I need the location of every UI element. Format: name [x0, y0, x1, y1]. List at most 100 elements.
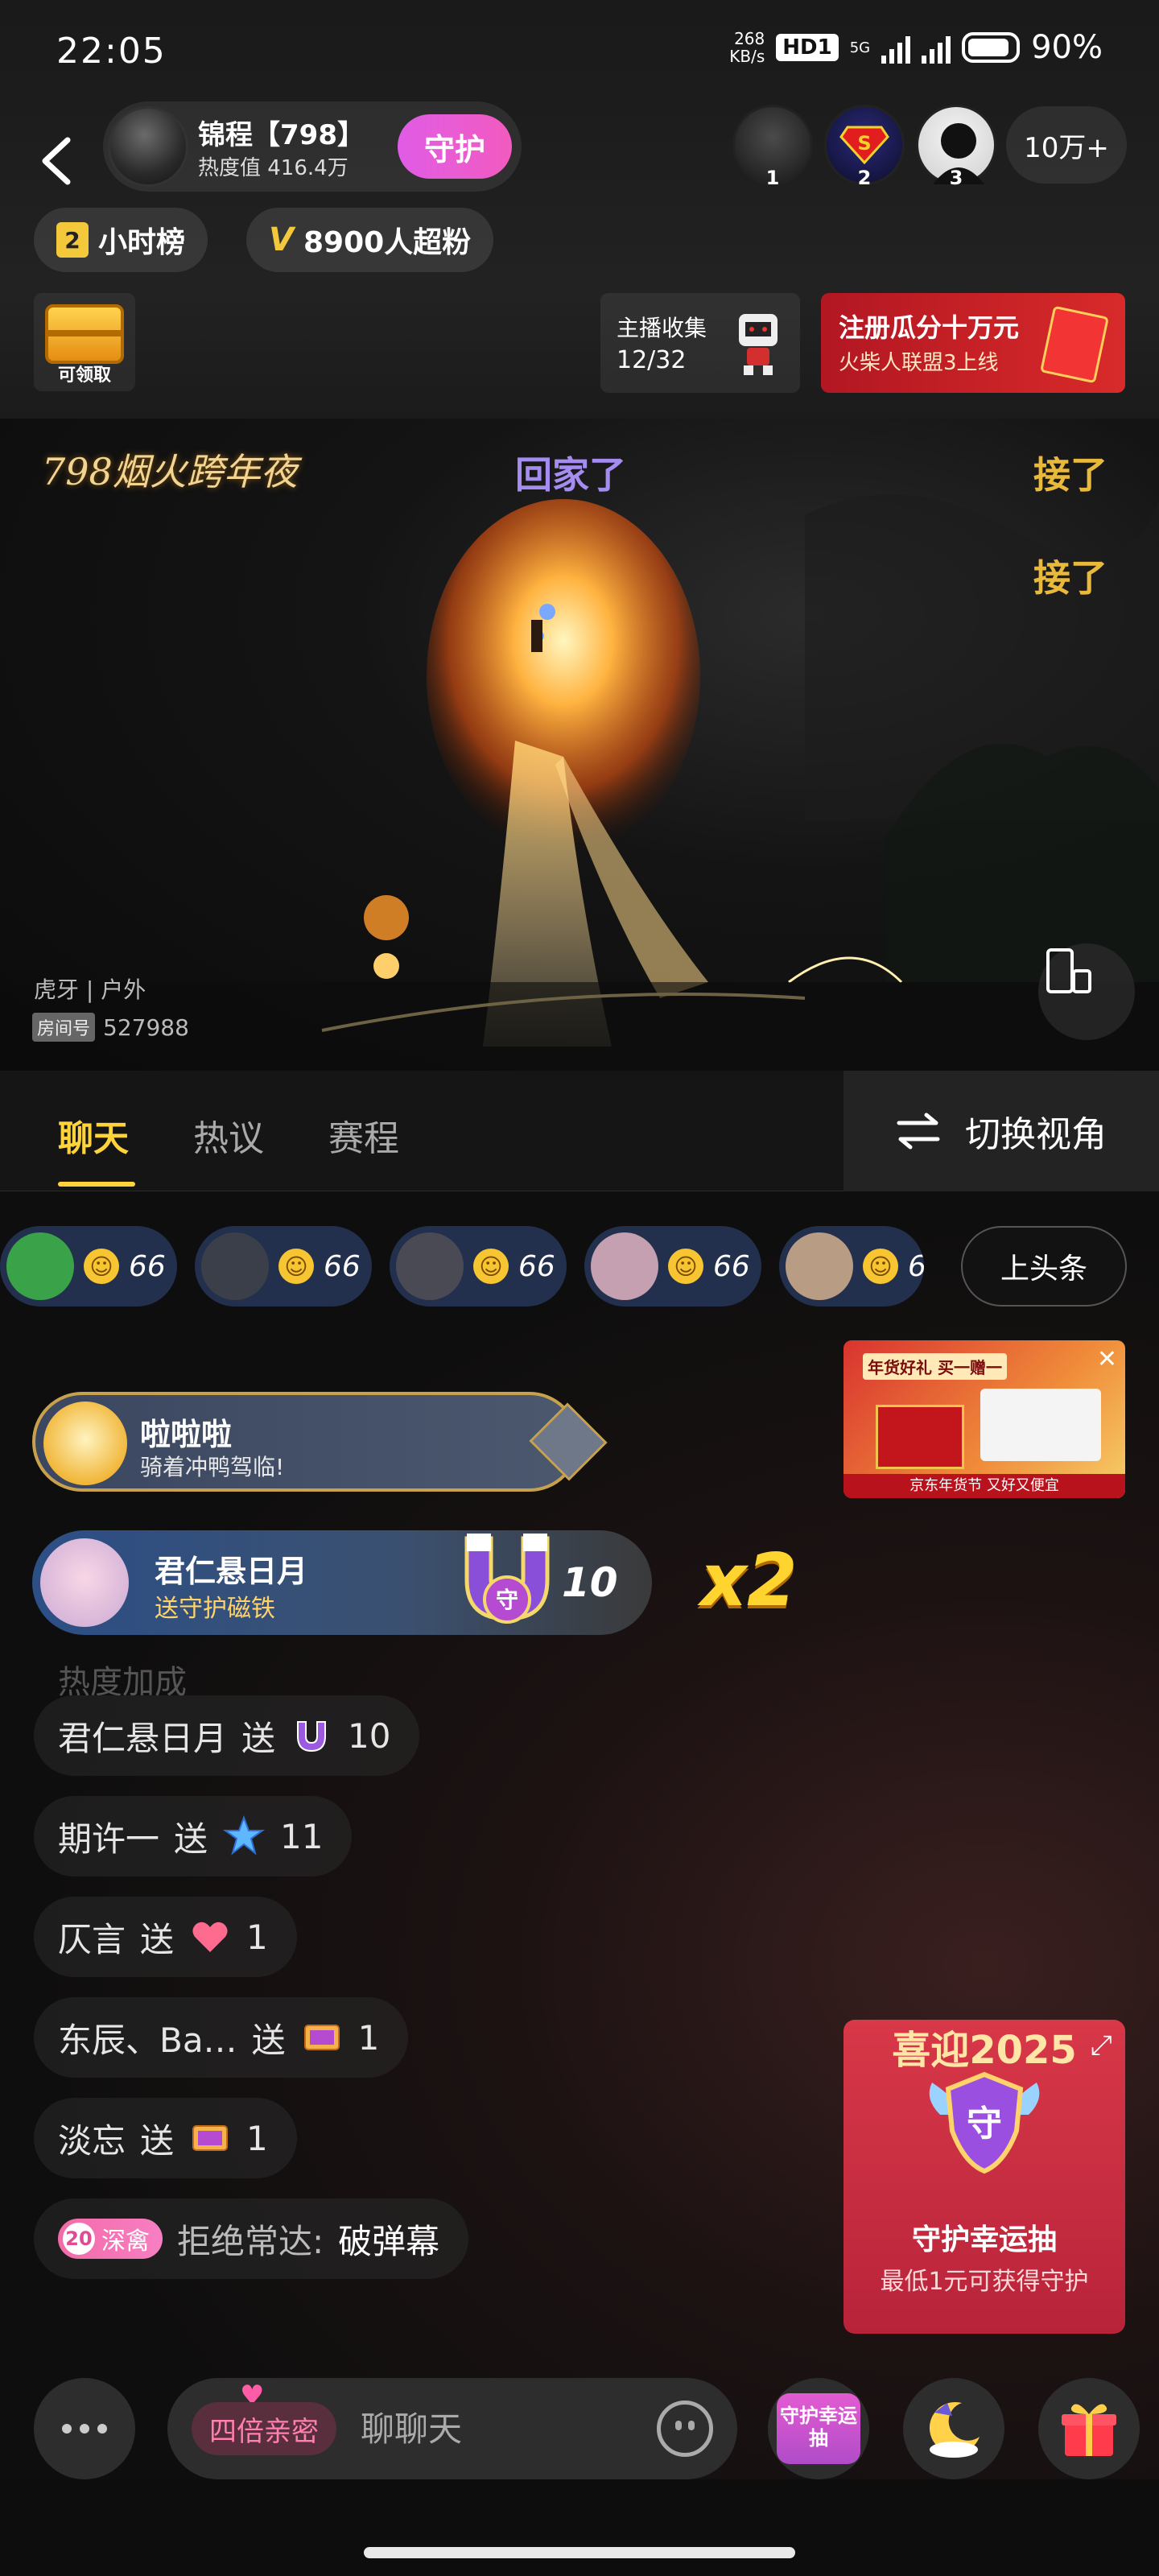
chat-panel: ☺ 66 ☺ 66 ☺ 66 ☺ 66 ☺ 66 上头条 年货好礼 买一赠一 ✕… — [0, 1192, 1159, 2479]
ad-card[interactable]: 年货好礼 买一赠一 ✕ 京东年货节 又好又便宜 — [843, 1340, 1125, 1498]
streamer-info[interactable]: 锦程【798】 热度值 416.4万 守护 — [103, 101, 522, 192]
danmu-message: 回家了 — [515, 453, 626, 497]
top-rank-avatars: 1 S 2 3 — [732, 105, 996, 189]
tab-chat[interactable]: 聊天 — [58, 1109, 129, 1161]
ticket-gift-icon — [188, 2116, 232, 2160]
chevron-left-icon — [42, 137, 71, 185]
avatar — [396, 1232, 464, 1300]
superman-logo-icon: S — [839, 126, 889, 164]
star-gift-icon — [222, 1814, 266, 1858]
guard-shield-icon: 守 — [929, 2071, 1040, 2174]
gift-icon — [1062, 2404, 1116, 2456]
product-image — [980, 1389, 1101, 1461]
streamer-collect-card[interactable]: 主播收集 12/32 — [600, 293, 800, 393]
coin-icon: ☺ — [668, 1249, 703, 1284]
coin-icon: ☺ — [84, 1249, 119, 1284]
fan-item[interactable]: ☺ 66 — [390, 1226, 567, 1307]
viewer-count[interactable]: 10万+ — [1006, 106, 1127, 184]
streamer-avatar[interactable] — [108, 106, 188, 187]
gift-combo-banner: 君仁悬日月 送守护磁铁 守 10 — [32, 1530, 652, 1635]
rank-badge-icon: 2 — [56, 222, 89, 258]
home-indicator[interactable] — [364, 2547, 795, 2558]
expand-icon[interactable]: ⤢ — [1091, 2029, 1112, 2062]
tab-underline — [58, 1182, 135, 1187]
fan-item[interactable]: ☺ 66 — [779, 1226, 924, 1307]
hourly-rank-chip[interactable]: 2 小时榜 — [34, 208, 208, 272]
status-bar: 22:05 268 KB/s HD1 5G 90% — [0, 0, 1159, 97]
emoji-icon[interactable] — [657, 2401, 713, 2457]
moon-gift-button[interactable] — [903, 2378, 1004, 2479]
status-indicators: 268 KB/s HD1 5G 90% — [729, 29, 1103, 66]
room-header: 锦程【798】 热度值 416.4万 守护 1 S 2 3 10万+ 2 小时榜… — [0, 97, 1159, 419]
dot — [62, 2424, 72, 2434]
svg-text:守: 守 — [967, 2103, 1002, 2145]
switch-view-button[interactable]: 切换视角 — [843, 1071, 1159, 1191]
avatar — [591, 1232, 658, 1300]
avatar — [40, 1538, 129, 1627]
rank-avatar-2[interactable]: S 2 — [824, 105, 905, 189]
rotate-screen-icon — [1046, 948, 1091, 993]
guard-lottery-button[interactable]: 守护幸运抽 — [768, 2378, 869, 2479]
v-icon: V — [269, 221, 294, 258]
more-button[interactable] — [34, 2378, 135, 2479]
robot-icon — [739, 314, 777, 375]
hd-badge: HD1 — [776, 34, 839, 61]
avatar — [6, 1232, 74, 1300]
gift-box-image — [876, 1405, 964, 1469]
moon-icon — [929, 2401, 980, 2458]
rotate-screen-button[interactable] — [1038, 943, 1135, 1040]
banner-tip — [529, 1402, 608, 1481]
coin-icon: ☺ — [863, 1249, 898, 1284]
bottom-toolbar: ♥ 四倍亲密 守护幸运抽 — [0, 2362, 1159, 2483]
guard-button[interactable]: 守护 — [398, 114, 512, 179]
welcome-banner: 啦啦啦 骑着冲鸭驾临! — [32, 1392, 608, 1492]
back-button[interactable] — [32, 121, 80, 201]
tab-schedule[interactable]: 赛程 — [328, 1109, 399, 1161]
danmu-message: 接了 — [1033, 556, 1107, 600]
chat-message[interactable]: 淡忘 送 1 — [34, 2098, 297, 2178]
treasure-chest[interactable]: 可领取 — [34, 293, 135, 391]
chat-message[interactable]: 20 深禽 拒绝常达: 破弹幕 — [34, 2198, 469, 2279]
coin-icon: ☺ — [473, 1249, 509, 1284]
super-fans-chip[interactable]: V 8900人超粉 — [246, 208, 494, 272]
danmu-message: 接了 — [1033, 453, 1107, 497]
avatar — [43, 1402, 127, 1485]
network-speed: 268 KB/s — [729, 29, 765, 66]
chat-message[interactable]: 君仁悬日月 送 10 — [34, 1695, 420, 1776]
heat-value: 热度值 416.4万 — [198, 156, 349, 180]
svg-text:S: S — [857, 132, 871, 155]
intimacy-tag[interactable]: 四倍亲密 — [192, 2402, 336, 2455]
battery-icon — [962, 32, 1021, 63]
video-category: 虎牙 | 户外 — [34, 976, 146, 1003]
heart-gift-icon — [188, 1915, 232, 1959]
fan-item[interactable]: ☺ 66 — [584, 1226, 761, 1307]
headline-button[interactable]: 上头条 — [961, 1226, 1127, 1307]
chat-message[interactable]: 东辰、Ba… 送 1 — [34, 1997, 409, 2078]
avatar — [201, 1232, 269, 1300]
fan-item[interactable]: ☺ 66 — [195, 1226, 372, 1307]
gift-button[interactable] — [1038, 2378, 1140, 2479]
signal-icon — [881, 31, 911, 64]
chat-input[interactable] — [361, 2402, 634, 2455]
rank-avatar-3[interactable]: 3 — [916, 105, 996, 189]
video-player[interactable]: 798烟火跨年夜 回家了 接了 接了 虎牙 | 户外 房间号 527988 — [0, 419, 1159, 1071]
rank-avatar-1[interactable]: 1 — [732, 105, 813, 189]
chat-input-bar: ♥ 四倍亲密 — [167, 2378, 737, 2479]
fan-item[interactable]: ☺ 66 — [0, 1226, 177, 1307]
chat-message[interactable]: 期许一 送 11 — [34, 1796, 353, 1876]
signal-icon-2 — [922, 31, 951, 64]
tab-discussion[interactable]: 热议 — [193, 1109, 264, 1161]
chat-message[interactable]: 仄言 送 1 — [34, 1897, 297, 1977]
combo-multiplier: x2 — [700, 1538, 798, 1623]
dot — [80, 2424, 89, 2434]
room-id: 房间号 527988 — [32, 1013, 189, 1042]
treasure-chest-icon — [45, 304, 124, 364]
avatar — [786, 1232, 853, 1300]
ticket-gift-icon — [300, 2016, 344, 2059]
promo-banner[interactable]: 注册瓜分十万元 火柴人联盟3上线 — [821, 293, 1125, 393]
event-logo: 798烟火跨年夜 — [42, 450, 298, 493]
tab-bar: 聊天 热议 赛程 切换视角 — [0, 1071, 1159, 1191]
close-icon[interactable]: ✕ — [1097, 1345, 1117, 1373]
battery-percent: 90% — [1031, 29, 1103, 66]
guard-lottery-card[interactable]: 喜迎2025 ⤢ 守 守护幸运抽 最低1元可获得守护 — [843, 2020, 1125, 2334]
